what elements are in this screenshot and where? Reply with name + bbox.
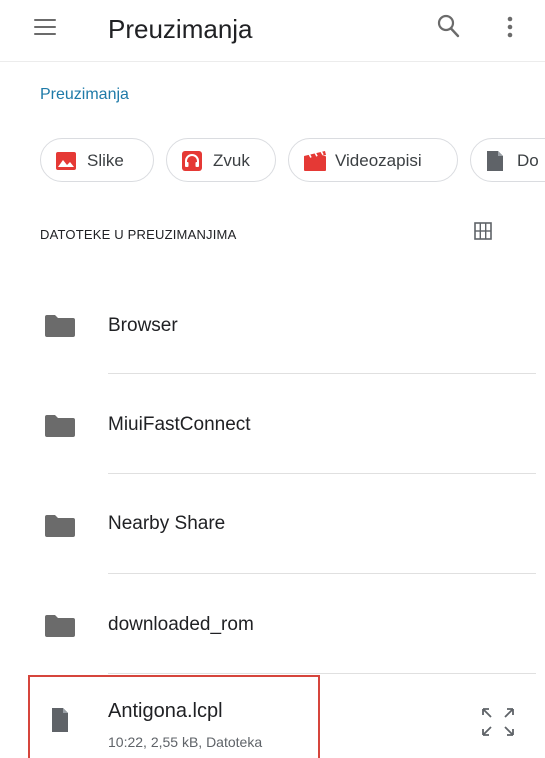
folder-row-downloaded-rom[interactable]: downloaded_rom <box>0 576 545 676</box>
file-icon <box>50 707 70 733</box>
headphones-icon <box>181 150 203 172</box>
divider <box>108 673 536 674</box>
menu-icon[interactable] <box>34 18 56 36</box>
chip-label: Slike <box>87 151 124 170</box>
file-name: Antigona.lcpl <box>108 700 223 722</box>
search-icon[interactable] <box>436 12 462 40</box>
divider <box>108 473 536 474</box>
expand-icon[interactable] <box>480 706 516 738</box>
folder-name: Browser <box>108 315 178 336</box>
image-icon <box>55 150 77 172</box>
breadcrumb[interactable]: Preuzimanja <box>40 86 129 104</box>
divider <box>108 373 536 374</box>
folder-row-browser[interactable]: Browser <box>0 276 545 376</box>
folder-icon <box>44 514 76 538</box>
file-meta: 10:22, 2,55 kB, Datoteka <box>108 734 263 750</box>
section-heading: DATOTEKE U PREUZIMANJIMA <box>40 227 237 242</box>
page-title: Preuzimanja <box>108 14 253 44</box>
chip-label: Do <box>517 151 539 170</box>
chip-label: Zvuk <box>213 151 250 170</box>
folder-name: downloaded_rom <box>108 614 254 635</box>
chip-audio[interactable]: Zvuk <box>166 138 276 182</box>
chip-label: Videozapisi <box>335 151 422 170</box>
chip-images[interactable]: Slike <box>40 138 154 182</box>
category-chips: Slike Zvuk Videozapisi Do <box>40 138 545 182</box>
chip-documents[interactable]: Do <box>470 138 545 182</box>
app-bar: Preuzimanja <box>0 0 545 62</box>
folder-name: MiuiFastConnect <box>108 414 251 435</box>
divider <box>108 573 536 574</box>
folder-row-nearby-share[interactable]: Nearby Share <box>0 476 545 576</box>
folder-icon <box>44 314 76 338</box>
folder-icon <box>44 614 76 638</box>
movie-icon <box>303 150 326 172</box>
more-vert-icon[interactable] <box>500 14 520 40</box>
grid-view-icon[interactable] <box>474 222 492 240</box>
document-icon <box>485 150 507 172</box>
folder-row-miuifastconnect[interactable]: MiuiFastConnect <box>0 376 545 476</box>
folder-name: Nearby Share <box>108 513 226 534</box>
chip-videos[interactable]: Videozapisi <box>288 138 458 182</box>
folder-icon <box>44 414 76 438</box>
